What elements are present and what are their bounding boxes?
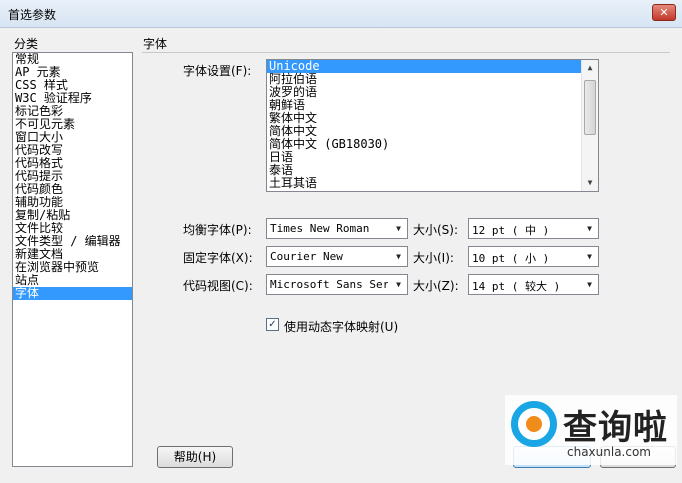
category-item[interactable]: 新建文档: [13, 248, 132, 261]
fixed-font-value: Courier New: [270, 250, 343, 263]
watermark-url: chaxunla.com: [567, 445, 651, 459]
chevron-down-icon: ▼: [587, 224, 592, 233]
category-item[interactable]: 不可见元素: [13, 118, 132, 131]
proportional-font-label: 均衡字体(P):: [183, 223, 252, 237]
chevron-down-icon: ▼: [396, 280, 401, 289]
panel-divider: [142, 52, 670, 53]
proportional-size-label: 大小(S):: [413, 223, 459, 237]
category-item[interactable]: 代码颜色: [13, 183, 132, 196]
encoding-item[interactable]: 土耳其语: [267, 177, 581, 190]
code-view-font-value: Microsoft Sans Serif: [270, 278, 388, 291]
category-item[interactable]: W3C 验证程序: [13, 92, 132, 105]
fixed-font-select[interactable]: Courier New ▼: [266, 246, 408, 267]
category-item[interactable]: 代码格式: [13, 157, 132, 170]
encoding-label: 字体设置(F):: [183, 64, 252, 78]
preferences-dialog: 首选参数 ✕ 分类 常规 AP 元素 CSS 样式 W3C 验证程序 标记色彩 不可见元素…: [0, 0, 682, 483]
encoding-item[interactable]: 简体中文 (GB18030): [267, 138, 581, 151]
code-view-size-value: 14 pt ( 较大 ): [472, 280, 561, 293]
fixed-size-label: 大小(I):: [413, 251, 454, 265]
help-button[interactable]: 帮助(H): [157, 446, 233, 468]
dynamic-font-mapping-label[interactable]: 使用动态字体映射(U): [284, 318, 398, 335]
proportional-size-value: 12 pt ( 中 ): [472, 224, 550, 237]
category-item[interactable]: 代码提示: [13, 170, 132, 183]
logo-dot: [526, 416, 542, 432]
encoding-item[interactable]: 波罗的语: [267, 86, 581, 99]
category-item[interactable]: CSS 样式: [13, 79, 132, 92]
category-item[interactable]: 在浏览器中预览: [13, 261, 132, 274]
chevron-down-icon: ▼: [396, 252, 401, 261]
code-view-font-select[interactable]: Microsoft Sans Serif ▼: [266, 274, 408, 295]
close-icon: ✕: [659, 6, 669, 19]
category-list[interactable]: 常规 AP 元素 CSS 样式 W3C 验证程序 标记色彩 不可见元素 窗口大小 代码改写 代码…: [12, 52, 133, 467]
fixed-font-label: 固定字体(X):: [183, 251, 253, 265]
panel-heading: 字体: [143, 37, 168, 51]
category-item[interactable]: 复制/粘贴: [13, 209, 132, 222]
category-item[interactable]: 字体: [13, 287, 132, 300]
code-view-font-label: 代码视图(C):: [183, 279, 253, 293]
watermark: 查询啦 chaxunla.com: [505, 395, 677, 465]
search-logo-icon: [511, 401, 557, 447]
encoding-scrollbar[interactable]: ▲ ▼: [581, 60, 598, 191]
category-heading: 分类: [14, 37, 39, 51]
code-view-size-label: 大小(Z):: [413, 279, 459, 293]
encoding-items: Unicode 阿拉伯语 波罗的语 朝鲜语 繁体中文 简体中文 简体中文 (GB18030)…: [267, 60, 581, 191]
category-item[interactable]: 文件比较: [13, 222, 132, 235]
category-item[interactable]: 标记色彩: [13, 105, 132, 118]
category-item[interactable]: 站点: [13, 274, 132, 287]
category-item[interactable]: 文件类型 / 编辑器: [13, 235, 132, 248]
category-item[interactable]: 窗口大小: [13, 131, 132, 144]
window-title: 首选参数: [8, 8, 57, 22]
scroll-up-icon[interactable]: ▲: [582, 60, 598, 76]
chevron-down-icon: ▼: [396, 224, 401, 233]
category-item[interactable]: 常规: [13, 53, 132, 66]
title-bar: 首选参数 ✕: [0, 0, 682, 28]
category-item[interactable]: AP 元素: [13, 66, 132, 79]
chevron-down-icon: ▼: [587, 280, 592, 289]
category-item[interactable]: 辅助功能: [13, 196, 132, 209]
close-button[interactable]: ✕: [652, 4, 676, 21]
encoding-list[interactable]: Unicode 阿拉伯语 波罗的语 朝鲜语 繁体中文 简体中文 简体中文 (GB18030)…: [266, 59, 599, 192]
watermark-text: 查询啦: [563, 408, 668, 448]
fixed-size-value: 10 pt ( 小 ): [472, 252, 550, 265]
proportional-size-select[interactable]: 12 pt ( 中 ) ▼: [468, 218, 599, 239]
encoding-item[interactable]: 日语: [267, 151, 581, 164]
check-icon: ✓: [268, 319, 277, 330]
proportional-font-select[interactable]: Times New Roman ▼: [266, 218, 408, 239]
code-view-size-select[interactable]: 14 pt ( 较大 ) ▼: [468, 274, 599, 295]
scroll-thumb[interactable]: [584, 80, 596, 135]
chevron-down-icon: ▼: [587, 252, 592, 261]
category-item[interactable]: 代码改写: [13, 144, 132, 157]
scroll-down-icon[interactable]: ▼: [582, 175, 598, 191]
dynamic-font-mapping-checkbox[interactable]: ✓: [266, 318, 279, 331]
fixed-size-select[interactable]: 10 pt ( 小 ) ▼: [468, 246, 599, 267]
proportional-font-value: Times New Roman: [270, 222, 370, 235]
